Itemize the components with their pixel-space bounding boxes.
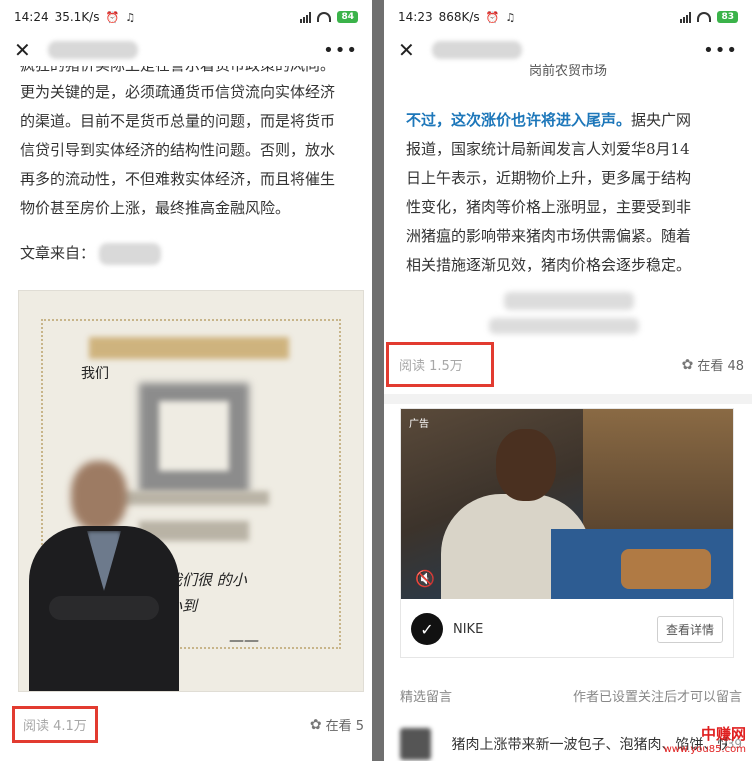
battery-icon: 84 (337, 11, 358, 23)
article-line: 不过，这次涨价也许将进入尾声。据央广网 (406, 106, 730, 135)
article-line-tail: 据央广网 (631, 111, 692, 129)
section-divider (384, 394, 752, 404)
ad-label: 广告 (409, 419, 429, 430)
view-details-button[interactable]: 查看详情 (656, 615, 723, 643)
watching-icon: ✿ (309, 716, 322, 733)
article-line: 信贷引导到实体经济的结构性问题。否则，放水 (20, 141, 336, 159)
source-name-blurred (99, 242, 162, 265)
read-count: 阅读 4.1万 (12, 706, 98, 743)
watching-count: 在看 48 (697, 359, 744, 374)
comments-header: 精选留言 作者已设置关注后才可以留言 (400, 686, 742, 705)
article-partial-line: 疯狂的猪价实际上是在警示着货币政策的风向。 (20, 66, 352, 78)
more-options-icon[interactable]: ••• (323, 40, 358, 61)
site-watermark: 中赚网 www.you85.com (664, 727, 746, 757)
watermark-url: www.you85.com (663, 744, 746, 755)
nike-logo: ✓ (411, 613, 443, 645)
signal-icon (680, 11, 692, 23)
mute-icon[interactable]: 🔇 (415, 569, 435, 588)
right-phone-screen: 14:23 868K/s ⏰ ♫ 83 ✕ ••• 岗前农贸市场 不过，这次涨价… (384, 0, 752, 761)
text-blurred (489, 318, 639, 334)
comments-title: 精选留言 (400, 690, 453, 705)
status-time: 14:24 (14, 10, 49, 24)
article-body: 疯狂的猪价实际上是在警示着货币政策的风向。 更为关键的是，必须疏通货币信贷流向实… (0, 66, 372, 268)
status-bar: 14:24 35.1K/s ⏰ ♫ 84 (0, 0, 372, 34)
article-line: 日上午表示，近期物价上升，更多属于结构 (406, 169, 692, 187)
article-nav-bar: ✕ ••• (0, 34, 372, 66)
status-time: 14:23 (398, 10, 433, 24)
article-source: 文章来自： (20, 239, 352, 268)
ad-footer: ✓ NIKE 查看详情 (401, 599, 733, 659)
headset-icon: ♫ (125, 10, 136, 24)
headset-icon: ♫ (505, 10, 516, 24)
poster-heading: 我们 (81, 366, 109, 382)
status-network-speed: 868K/s (438, 10, 480, 24)
watching-button[interactable]: ✿ 在看 5 (309, 715, 364, 735)
source-label: 文章来自： (20, 244, 96, 262)
watching-icon: ✿ (681, 356, 694, 373)
signal-icon (300, 11, 312, 23)
status-bar: 14:23 868K/s ⏰ ♫ 83 (384, 0, 752, 34)
article-line: 再多的流动性，不但难救实体经济，而且将催生 (20, 170, 336, 188)
highlight-text: 不过，这次涨价也许将进入尾声。 (406, 111, 632, 129)
text-blurred (504, 292, 634, 310)
avatar (400, 728, 432, 760)
watermark-name: 中赚网 (700, 725, 746, 743)
article-line: 报道，国家统计局新闻发言人刘爱华8月14 (406, 140, 690, 158)
watching-button[interactable]: ✿ 在看 48 (681, 355, 744, 375)
ad-video[interactable]: 广告 🔇 (401, 409, 733, 599)
article-line: 性变化，猪肉等价格上涨明显，主要受到非 (406, 198, 692, 216)
close-icon[interactable]: ✕ (398, 38, 422, 62)
promo-poster-image: 我们 我们很 的小 小到 —— (18, 290, 364, 692)
ad-card[interactable]: 广告 🔇 ✓ NIKE 查看详情 (400, 408, 734, 658)
poster-title-blurred (89, 337, 289, 359)
article-footer: 阅读 4.1万 ✿ 在看 5 (0, 706, 372, 743)
article-line: 相关措施逐渐见效，猪肉价格会逐步稳定。 (406, 256, 692, 274)
article-body: 不过，这次涨价也许将进入尾声。据央广网 报道，国家统计局新闻发言人刘爱华8月14… (384, 106, 752, 280)
left-phone-screen: 14:24 35.1K/s ⏰ ♫ 84 ✕ ••• 疯狂的猪价实际上是在警示着… (0, 0, 372, 761)
wifi-icon (317, 12, 332, 22)
read-count: 阅读 1.5万 (386, 342, 494, 387)
article-line: 洲猪瘟的影响带来猪肉市场供需偏紧。随着 (406, 227, 692, 245)
person-photo-blurred (29, 461, 179, 691)
article-line: 更为关键的是，必须疏通货币信贷流向实体经济 (20, 83, 336, 101)
wifi-icon (697, 12, 712, 22)
account-name-blurred (48, 41, 138, 59)
battery-icon: 83 (717, 11, 738, 23)
watching-count: 在看 5 (325, 719, 364, 734)
alarm-icon: ⏰ (485, 10, 500, 24)
article-footer: 阅读 1.5万 ✿ 在看 48 (384, 342, 752, 387)
close-icon[interactable]: ✕ (14, 38, 38, 62)
article-line: 的渠道。目前不是货币总量的问题，而是将货币 (20, 112, 336, 130)
account-name-blurred (432, 41, 522, 59)
ad-brand-name: NIKE (453, 621, 484, 637)
more-options-icon[interactable]: ••• (703, 40, 738, 61)
alarm-icon: ⏰ (105, 10, 120, 24)
image-caption: 岗前农贸市场 (528, 64, 607, 79)
article-line: 物价甚至房价上涨，最终推高金融风险。 (20, 199, 291, 217)
comments-notice: 作者已设置关注后才可以留言 (572, 690, 742, 705)
status-network-speed: 35.1K/s (54, 10, 100, 24)
poster-signature: —— (229, 631, 259, 649)
